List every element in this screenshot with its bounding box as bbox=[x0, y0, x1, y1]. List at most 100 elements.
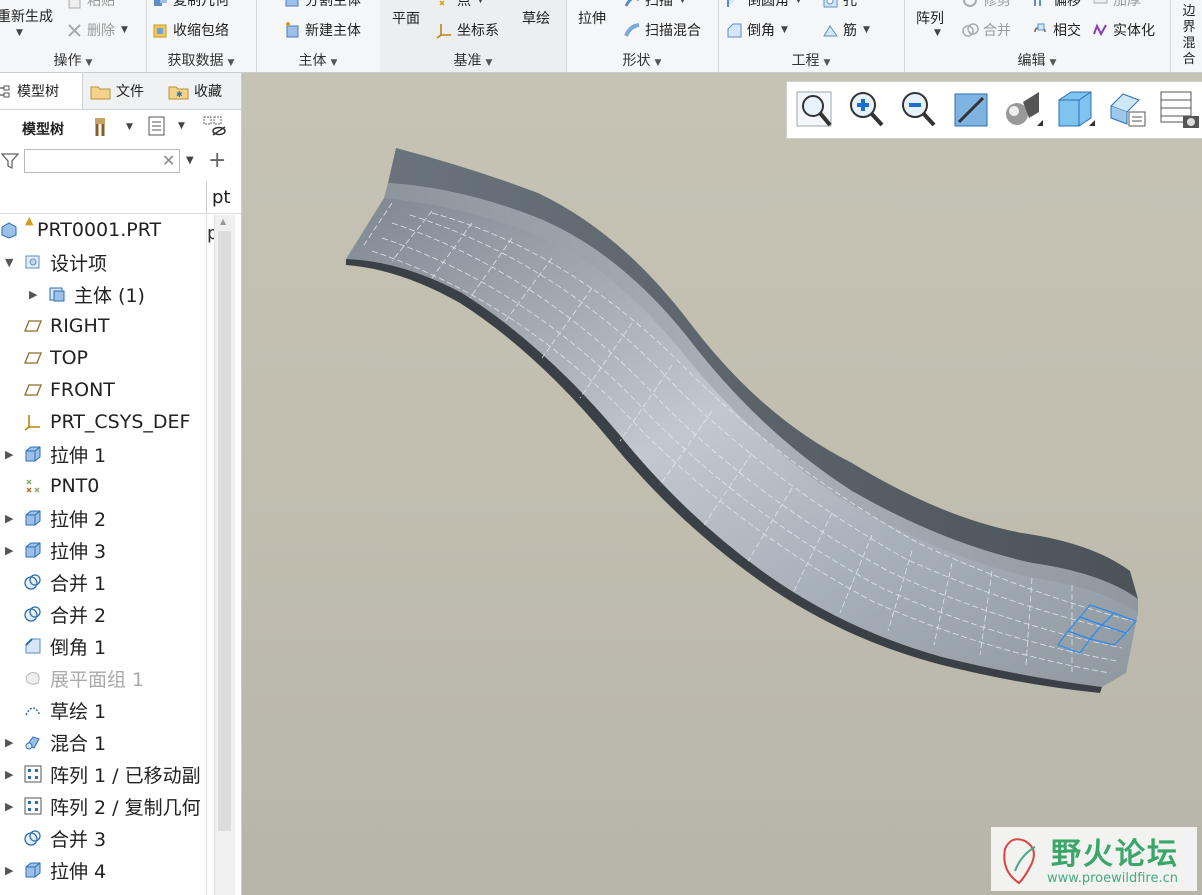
warning-icon: ▲ bbox=[25, 214, 34, 227]
group-label-operations[interactable]: 操作 ▼ bbox=[0, 50, 146, 70]
sweep-button[interactable]: 扫描 ▼ bbox=[624, 0, 686, 10]
tree-item[interactable]: ▲ PRT0001.PRT bbox=[0, 214, 207, 246]
zoom-fit-button[interactable] bbox=[793, 88, 837, 132]
zoom-out-button[interactable] bbox=[897, 88, 941, 132]
named-views-button[interactable] bbox=[1105, 88, 1149, 132]
copy-geometry-button[interactable]: 复制几何 bbox=[152, 0, 229, 10]
pattern-dropdown[interactable]: ▼ bbox=[928, 28, 941, 38]
point-button[interactable]: 点 ▼ bbox=[436, 0, 484, 10]
tree-item[interactable]: ▶ 拉伸 1 bbox=[0, 438, 207, 470]
tree-item[interactable]: 倒角 1 bbox=[0, 630, 207, 662]
show-options-button[interactable]: ▼ bbox=[146, 115, 185, 137]
group-label-datum[interactable]: 基准 ▼ bbox=[380, 50, 566, 70]
new-body-button[interactable]: 新建主体 bbox=[284, 20, 361, 40]
tree-item[interactable]: TOP bbox=[0, 342, 207, 374]
expand-icon[interactable]: ▶ bbox=[5, 736, 15, 749]
split-body-icon bbox=[284, 0, 301, 9]
group-label-engineering[interactable]: 工程 ▼ bbox=[718, 50, 904, 70]
clear-icon[interactable]: ✕ bbox=[162, 151, 175, 170]
hide-items-button[interactable] bbox=[202, 115, 232, 143]
regenerate-dropdown[interactable]: ▼ bbox=[10, 28, 23, 38]
tab-files-label: 文件 bbox=[116, 84, 144, 100]
saved-views-button[interactable] bbox=[1053, 88, 1097, 132]
plane-button[interactable]: 平面 bbox=[392, 8, 420, 28]
expand-icon[interactable]: ▶ bbox=[29, 288, 39, 301]
intersect-button[interactable]: 相交 bbox=[1032, 20, 1081, 40]
body-top-surface[interactable] bbox=[346, 198, 1138, 687]
tree-item[interactable]: 草绘 1 bbox=[0, 694, 207, 726]
tree-item[interactable]: ▶ 阵列 2 / 复制几何 bbox=[0, 790, 207, 822]
scroll-up-icon[interactable]: ▲ bbox=[220, 217, 226, 226]
expand-icon[interactable]: ▶ bbox=[5, 864, 15, 877]
display-style-button[interactable] bbox=[1001, 88, 1045, 132]
collapse-icon[interactable]: ▼ bbox=[5, 256, 15, 269]
shrinkwrap-button[interactable]: 收缩包络 bbox=[152, 20, 229, 40]
tree-item[interactable]: FRONT bbox=[0, 374, 207, 406]
pattern-button[interactable]: 阵列 bbox=[916, 8, 944, 28]
tree-item[interactable]: ▶ 主体 (1) bbox=[0, 278, 207, 310]
zoom-in-button[interactable] bbox=[845, 88, 889, 132]
view-manager-button[interactable] bbox=[1157, 88, 1201, 132]
group-label-shape[interactable]: 形状 ▼ bbox=[566, 50, 718, 70]
hole-button[interactable]: 孔 bbox=[822, 0, 857, 10]
filter-icon[interactable] bbox=[0, 152, 20, 170]
tab-model-tree[interactable]: 模型树 bbox=[0, 73, 83, 109]
group-label-edit[interactable]: 编辑 ▼ bbox=[904, 50, 1170, 70]
scroll-thumb[interactable] bbox=[218, 231, 231, 831]
datum-point-icon bbox=[24, 477, 42, 495]
tree-scrollbar[interactable]: ▲ bbox=[214, 215, 235, 895]
tree-item[interactable]: ▶ 混合 1 bbox=[0, 726, 207, 758]
model-geometry[interactable] bbox=[242, 73, 1202, 895]
group-label-body[interactable]: 主体 ▼ bbox=[256, 50, 380, 70]
column-divider[interactable] bbox=[206, 181, 207, 213]
tree-item[interactable]: RIGHT bbox=[0, 310, 207, 342]
solidify-button[interactable]: 实体化 bbox=[1092, 20, 1155, 40]
add-filter-icon[interactable]: + bbox=[208, 148, 226, 173]
search-input[interactable] bbox=[24, 149, 180, 173]
round-button[interactable]: 倒圆角 ▼ bbox=[726, 0, 802, 10]
tree-item-label: 拉伸 4 bbox=[50, 860, 107, 883]
thicken-label: 加厚 bbox=[1113, 0, 1141, 9]
rib-button[interactable]: 筋 ▼ bbox=[822, 20, 870, 40]
tab-files[interactable]: 文件 bbox=[90, 73, 160, 109]
tree-item[interactable]: 展平面组 1 bbox=[0, 662, 207, 694]
trim-button[interactable]: 修剪 bbox=[962, 0, 1011, 10]
group-label-get-data[interactable]: 获取数据 ▼ bbox=[146, 50, 256, 70]
expand-icon[interactable]: ▶ bbox=[5, 512, 15, 525]
boundary-blend-button[interactable]: 边界混合 bbox=[1182, 4, 1196, 68]
tab-favorites[interactable]: ✱ 收藏 bbox=[168, 73, 241, 109]
tree-item[interactable]: ▶ 拉伸 3 bbox=[0, 534, 207, 566]
sketch-button[interactable]: 草绘 bbox=[522, 8, 550, 28]
graphics-window[interactable]: 野火论坛 www.proewildfire.cn bbox=[242, 73, 1202, 895]
offset-button[interactable]: 偏移 bbox=[1032, 0, 1081, 10]
extrude-button[interactable]: 拉伸 bbox=[578, 8, 606, 28]
search-dropdown-icon[interactable]: ▼ bbox=[186, 155, 194, 166]
column-header-label[interactable]: pt bbox=[212, 187, 230, 208]
swept-blend-button[interactable]: 扫描混合 bbox=[624, 20, 701, 40]
tree-item[interactable]: ▶ 拉伸 4 bbox=[0, 854, 207, 886]
chevron-down-icon: ▼ bbox=[178, 121, 185, 131]
tree-item[interactable]: 合并 1 bbox=[0, 566, 207, 598]
csys-button[interactable]: 坐标系 bbox=[436, 20, 499, 40]
regenerate-button[interactable]: 重新生成 bbox=[0, 6, 53, 26]
expand-icon[interactable]: ▶ bbox=[5, 800, 15, 813]
tree-item[interactable]: PRT_CSYS_DEF bbox=[0, 406, 207, 438]
chamfer-button[interactable]: 倒角 ▼ bbox=[726, 20, 788, 40]
tree-item[interactable]: ▼ 设计项 bbox=[0, 246, 207, 278]
paste-button[interactable]: 粘贴 bbox=[66, 0, 115, 10]
split-body-button[interactable]: 分割主体 bbox=[284, 0, 361, 10]
merge-button[interactable]: 合并 bbox=[962, 20, 1011, 40]
expand-icon[interactable]: ▶ bbox=[5, 448, 15, 461]
tree-item[interactable]: ▶ 拉伸 2 bbox=[0, 502, 207, 534]
tree-item[interactable]: 合并 2 bbox=[0, 598, 207, 630]
tree-item[interactable]: 合并 3 bbox=[0, 822, 207, 854]
tree-item[interactable]: ▶ 阵列 1 / 已移动副 bbox=[0, 758, 207, 790]
expand-icon[interactable]: ▶ bbox=[5, 544, 15, 557]
repaint-button[interactable] bbox=[949, 88, 993, 132]
expand-icon[interactable]: ▶ bbox=[5, 768, 15, 781]
tree-item[interactable]: PNT0 bbox=[0, 470, 207, 502]
tree-settings-button[interactable]: ▼ bbox=[92, 115, 133, 139]
model-tree-toolbar: 模型树 ▼ ▼ bbox=[0, 110, 241, 146]
delete-button[interactable]: 删除 ▼ bbox=[66, 20, 128, 40]
thicken-button[interactable]: 加厚 bbox=[1092, 0, 1141, 10]
